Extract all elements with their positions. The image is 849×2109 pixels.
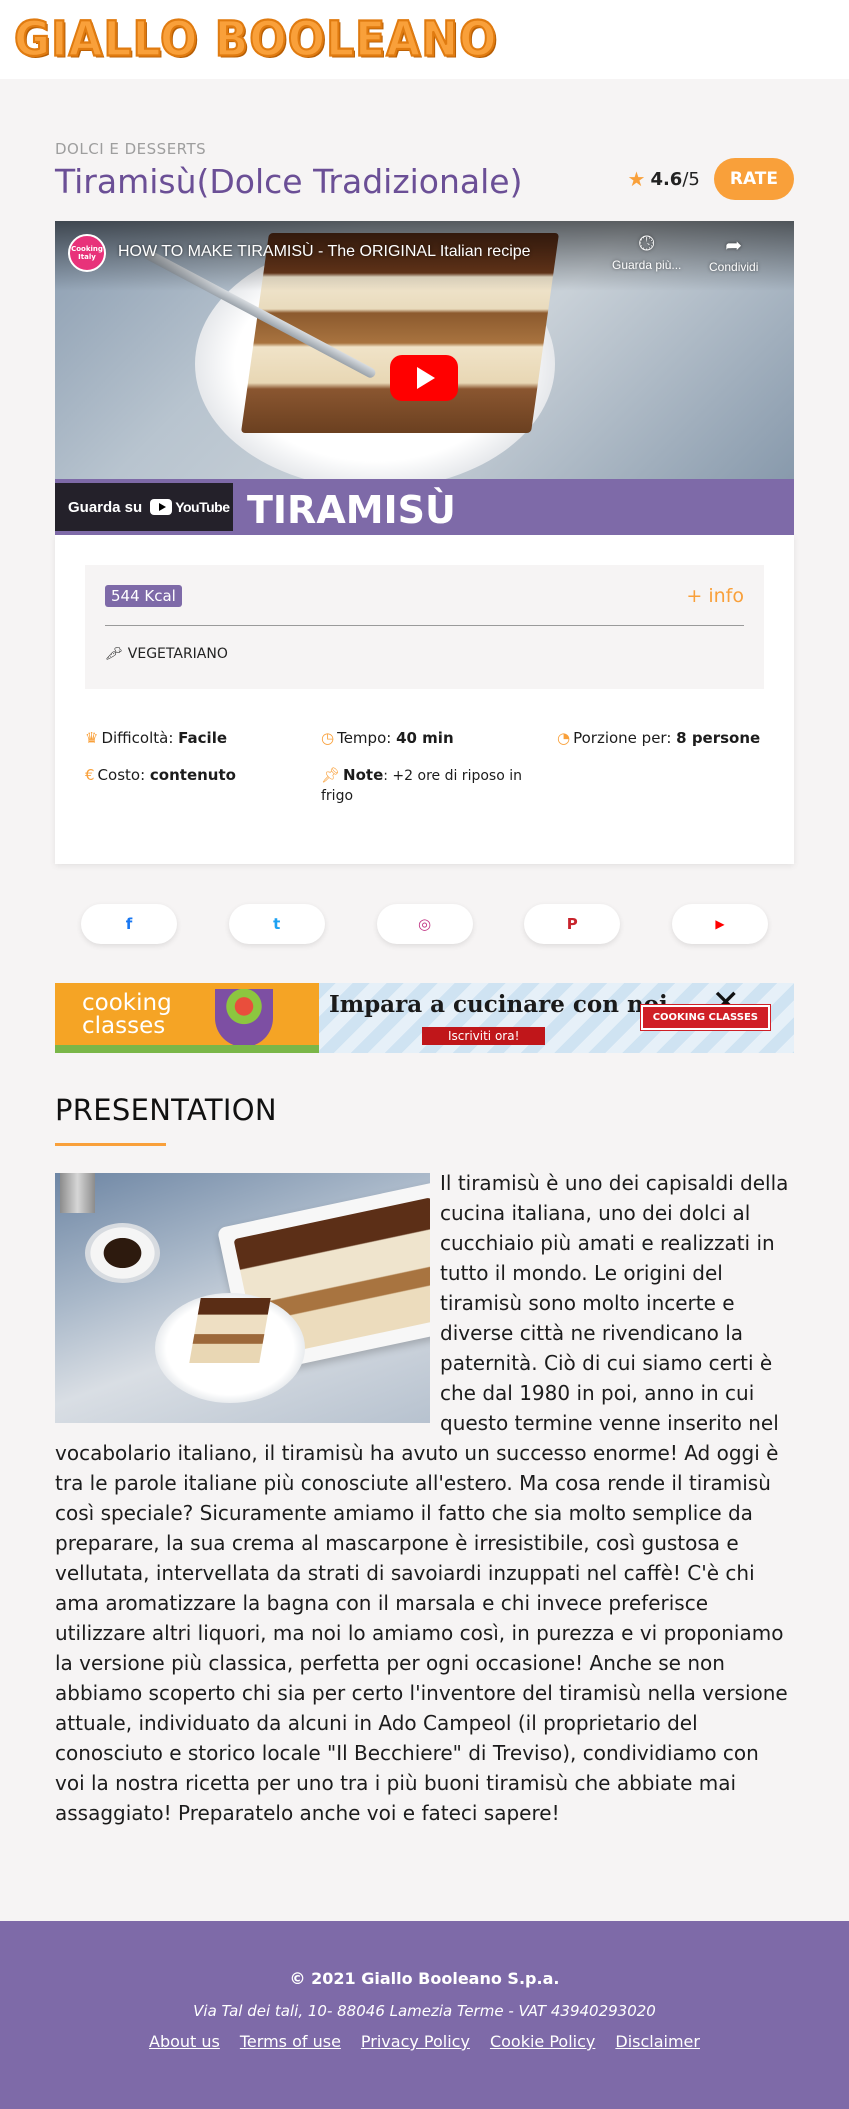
time-detail: ◷ Tempo: 40 min (321, 729, 557, 748)
footer-link-disclaimer[interactable]: Disclaimer (615, 2032, 700, 2051)
tiramisu-slice-shape (189, 1298, 271, 1363)
share-label: Condividi (709, 260, 759, 274)
share-button[interactable]: ➦ Condividi (709, 233, 758, 274)
ad-right-panel: Impara a cucinare con noi Iscriviti ora!… (319, 983, 794, 1053)
footer-links: About us Terms of use Privacy Policy Coo… (0, 2032, 849, 2051)
footer-address: Via Tal dei tali, 10- 88046 Lamezia Term… (193, 2002, 656, 2020)
channel-avatar[interactable]: Cooking Italy (68, 234, 106, 272)
watch-on-youtube-button[interactable]: Guarda su YouTube (55, 483, 233, 531)
pinterest-icon: P (566, 915, 578, 933)
cost-detail: € Costo: contenuto (85, 766, 321, 806)
facebook-share-button[interactable]: f (81, 904, 177, 944)
ad-signup-button[interactable]: Iscriviti ora! (422, 1027, 546, 1045)
difficulty-detail: ♛ Difficoltà: Facile (85, 729, 321, 748)
time-label: Tempo: (337, 729, 397, 747)
rate-button[interactable]: RATE (713, 158, 794, 200)
footer-link-privacy[interactable]: Privacy Policy (361, 2032, 470, 2051)
difficulty-label: Difficoltà: (101, 729, 179, 747)
note-detail: 📌︎ Note: +2 ore di riposo in frigo (321, 766, 557, 806)
footer-copyright: © 2021 Giallo Booleano S.p.a. (289, 1969, 560, 1988)
nutrition-box: 544 Kcal + info 🥕︎ VEGETARIANO (85, 565, 764, 689)
portion-value: 8 persone (676, 729, 761, 747)
ad-left-line2: classes (82, 1013, 166, 1039)
recipe-details: ♛ Difficoltà: Facile ◷ Tempo: 40 min ◔ Porz… (85, 729, 764, 806)
instagram-icon: ◎ (417, 915, 432, 933)
footer-link-cookie[interactable]: Cookie Policy (490, 2032, 595, 2051)
recipe-title-row: DOLCI E DESSERTS Tiramisù(Dolce Tradizio… (55, 140, 794, 202)
video-title[interactable]: HOW TO MAKE TIRAMISÙ - The ORIGINAL Ital… (118, 243, 531, 261)
video-banner-text: TIRAMISÙ (247, 488, 456, 532)
twitter-share-button[interactable]: t (228, 904, 325, 944)
tiramisu-photo (55, 1173, 430, 1423)
coffee-cup-shape (85, 1223, 160, 1283)
presentation-heading: PRESENTATION (55, 1093, 277, 1127)
recipe-title: Tiramisù(Dolce Tradizionale) (55, 162, 523, 201)
facebook-icon: f (125, 915, 133, 933)
heading-underline (55, 1143, 166, 1146)
ad-badge: COOKING CLASSES (640, 1005, 770, 1030)
youtube-logo-text: YouTube (175, 499, 230, 515)
clock-icon: 🕓︎ (638, 233, 655, 255)
ad-title: Impara a cucinare con noi (329, 991, 668, 1018)
more-info-link[interactable]: + info (686, 585, 744, 607)
vegetable-basket-icon (215, 989, 273, 1047)
portion-label: Porzione per: (573, 729, 677, 747)
coffee-pot-shape (60, 1173, 95, 1213)
carrot-icon: 🥕︎ (105, 646, 123, 662)
time-value: 40 min (396, 729, 454, 747)
social-share-bar: f t ◎ P ▶ (81, 904, 768, 944)
chef-hat-icon: ♛ (85, 729, 99, 747)
cooking-classes-ad[interactable]: cooking classes Impara a cucinare con no… (55, 983, 794, 1053)
watch-later-label: Guarda più... (612, 258, 682, 272)
kcal-badge: 544 Kcal (105, 585, 182, 607)
main-content: DOLCI E DESSERTS Tiramisù(Dolce Tradizio… (55, 140, 794, 1828)
note-label: Note (343, 766, 384, 784)
ad-left-line1: cooking (82, 990, 172, 1016)
star-icon: ★ (627, 167, 646, 191)
site-logo[interactable]: GIALLO BOOLEANO (13, 10, 497, 68)
presentation-section: Il tiramisù è uno dei capisaldi della cu… (55, 1168, 794, 1828)
twitter-icon: t (273, 915, 281, 933)
play-button[interactable] (390, 355, 458, 401)
nutrition-header: 544 Kcal + info (105, 585, 744, 626)
pinterest-share-button[interactable]: P (524, 904, 621, 944)
pie-chart-icon: ◔ (557, 729, 571, 747)
euro-icon: € (85, 766, 95, 784)
watch-later-button[interactable]: 🕓︎ Guarda più... (612, 233, 681, 272)
ad-left-panel: cooking classes (55, 983, 319, 1053)
instagram-share-button[interactable]: ◎ (376, 904, 473, 944)
watch-on-label: Guarda su (68, 498, 143, 516)
youtube-share-button[interactable]: ▶ (672, 904, 768, 944)
rating-scale: /5 (682, 168, 700, 190)
recipe-category: DOLCI E DESSERTS (55, 140, 207, 158)
diet-tag: 🥕︎ VEGETARIANO (105, 646, 744, 662)
difficulty-value: Facile (178, 729, 228, 747)
rating-value: 4.6 (650, 168, 683, 190)
footer-link-about[interactable]: About us (149, 2032, 220, 2051)
rating-display: ★ 4.6 /5 (628, 167, 700, 191)
site-header: GIALLO BOOLEANO (0, 0, 849, 79)
footer-link-terms[interactable]: Terms of use (240, 2032, 341, 2051)
site-footer: © 2021 Giallo Booleano S.p.a. Via Tal de… (0, 1921, 849, 2109)
share-icon: ➦ (725, 235, 743, 257)
recipe-heading: DOLCI E DESSERTS Tiramisù(Dolce Tradizio… (55, 140, 522, 202)
youtube-play-icon (150, 499, 173, 515)
rating-box: ★ 4.6 /5 RATE (628, 158, 794, 200)
cost-label: Costo: (97, 766, 150, 784)
clock-icon: ◷ (321, 729, 335, 747)
pin-icon: 📌︎ (321, 766, 341, 784)
portion-detail: ◔ Porzione per: 8 persone (557, 729, 764, 748)
recipe-info-card: 544 Kcal + info 🥕︎ VEGETARIANO ♛ Difficol… (55, 535, 794, 864)
diet-label: VEGETARIANO (127, 646, 228, 662)
youtube-icon: ▶ (715, 917, 725, 931)
cost-value: contenuto (149, 766, 236, 784)
youtube-logo: YouTube (150, 499, 230, 515)
video-player[interactable]: Cooking Italy HOW TO MAKE TIRAMISÙ - The… (55, 221, 794, 535)
